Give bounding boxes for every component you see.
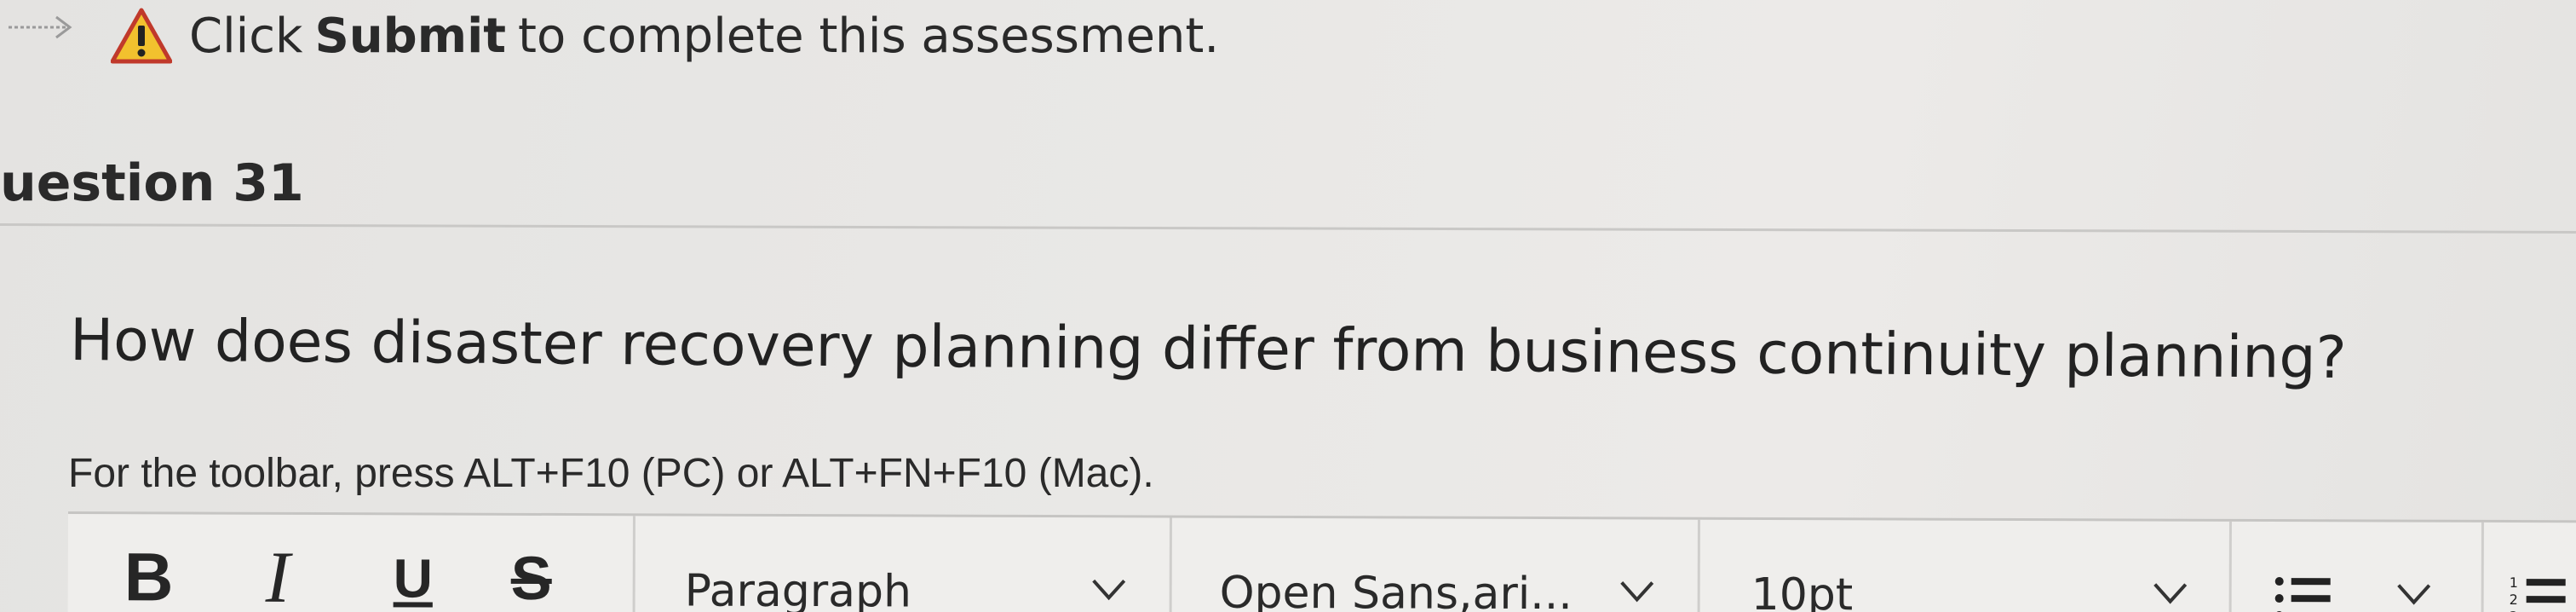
format-group: B I U S: [67, 514, 635, 612]
underline-button[interactable]: U: [394, 547, 433, 609]
submit-notice: Click ​Submit to complete this assessmen…: [111, 2, 1219, 70]
bullet-list-menu[interactable]: [2231, 521, 2484, 612]
italic-button[interactable]: I: [266, 536, 290, 612]
font-family-select-value: Open Sans,ari...: [1219, 567, 1573, 612]
chevron-down-icon: [1092, 579, 1126, 601]
svg-text:1: 1: [2510, 574, 2518, 591]
chevron-down-icon[interactable]: [2395, 582, 2433, 606]
notice-prefix: Click: [189, 8, 303, 64]
paragraph-select[interactable]: Paragraph: [635, 516, 1172, 612]
svg-text:3: 3: [2510, 609, 2518, 612]
warning-icon: [111, 8, 172, 64]
font-family-select[interactable]: Open Sans,ari...: [1171, 517, 1700, 612]
bold-button[interactable]: B: [124, 539, 174, 612]
editor-toolbar: B I U S Paragraph Open Sans,ari... 10pt: [67, 511, 2576, 612]
font-size-select-value: 10pt: [1751, 569, 1854, 612]
notice-suffix: to complete this assessment.: [518, 8, 1220, 64]
bullet-list-icon[interactable]: [2273, 573, 2332, 612]
font-size-select[interactable]: 10pt: [1699, 519, 2232, 612]
svg-text:2: 2: [2510, 592, 2518, 608]
arrow-right-icon: [9, 15, 72, 39]
assessment-page: Click ​Submit to complete this assessmen…: [0, 0, 2576, 612]
strikethrough-button[interactable]: S: [511, 545, 552, 612]
question-text: How does disaster recovery planning diff…: [69, 307, 2347, 392]
header-divider: [0, 223, 2576, 234]
chevron-down-icon: [1620, 581, 1654, 603]
chevron-down-icon: [2153, 583, 2188, 604]
numbered-list-menu[interactable]: 1 2 3: [2483, 523, 2576, 612]
question-header: uestion 31: [0, 153, 304, 213]
toolbar-hint: For the toolbar, press ALT+F10 (PC) or A…: [68, 451, 1154, 496]
notice-submit-emphasis: Submit: [314, 8, 507, 64]
paragraph-select-value: Paragraph: [684, 565, 912, 612]
numbered-list-icon[interactable]: 1 2 3: [2510, 574, 2569, 612]
